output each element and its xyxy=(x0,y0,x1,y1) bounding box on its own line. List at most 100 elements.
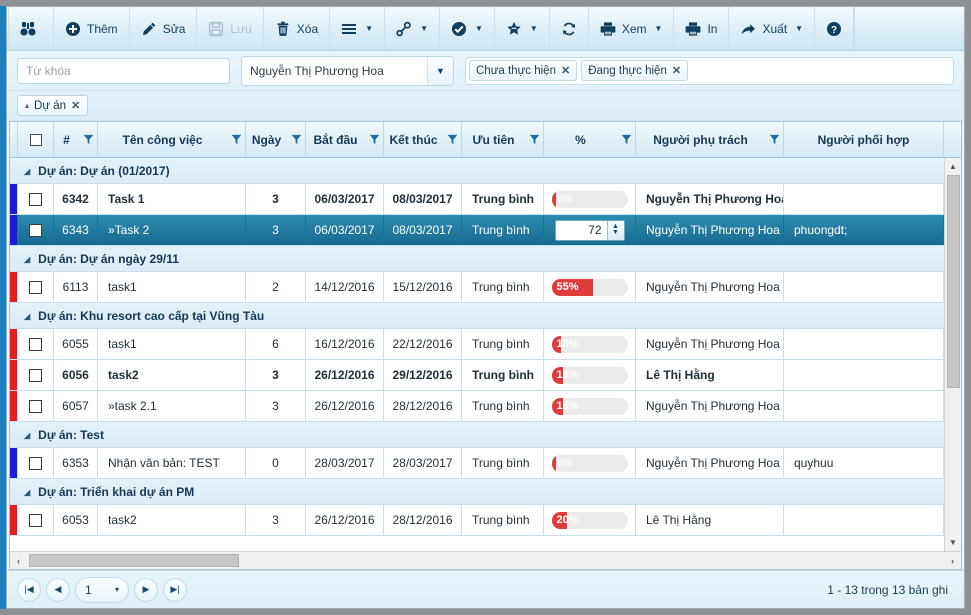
header-select-all[interactable] xyxy=(18,122,54,157)
person-select[interactable]: Nguyễn Thị Phương Hoa ▼ xyxy=(241,55,454,86)
row-checkbox[interactable] xyxy=(29,456,42,470)
group-header-row[interactable]: ◢ Dự án: Dự án ngày 29/11 xyxy=(10,246,961,272)
header-collaborators[interactable]: Người phối hợp xyxy=(784,122,944,157)
scroll-down-button[interactable]: ▼ xyxy=(944,534,961,551)
table-row[interactable]: 6343 »Task 2 3 06/03/2017 08/03/2017 Trung bì… xyxy=(10,215,961,246)
group-header-row[interactable]: ◢ Dự án: Triển khai dự án PM xyxy=(10,479,961,505)
search-records-button[interactable] xyxy=(8,7,54,50)
scroll-left-button[interactable]: ‹ xyxy=(10,552,27,569)
first-page-button[interactable]: |◀ xyxy=(17,577,41,602)
view-menu-button[interactable]: Xem ▼ xyxy=(589,7,675,50)
status-tag-not-started[interactable]: Chưa thực hiện ✕ xyxy=(469,60,578,81)
header-percent[interactable]: % xyxy=(544,122,636,157)
group-collapse-icon[interactable]: ◢ xyxy=(24,255,30,264)
refresh-button[interactable] xyxy=(550,7,589,50)
last-page-button[interactable]: ▶| xyxy=(163,577,187,602)
vertical-scrollbar[interactable]: ▲ ▼ xyxy=(944,158,961,551)
row-checkbox-cell[interactable] xyxy=(18,505,54,535)
row-checkbox-cell[interactable] xyxy=(18,184,54,214)
cell-percent[interactable]: 55% xyxy=(544,272,636,302)
row-checkbox-cell[interactable] xyxy=(18,448,54,478)
link-menu-button[interactable]: ▼ xyxy=(385,7,440,50)
row-checkbox[interactable] xyxy=(29,192,42,206)
cell-percent[interactable]: 20% xyxy=(544,505,636,535)
horizontal-scroll-track[interactable] xyxy=(27,552,944,569)
print-button[interactable]: In xyxy=(674,7,730,50)
row-checkbox[interactable] xyxy=(29,223,42,237)
group-collapse-icon[interactable]: ◢ xyxy=(24,167,30,176)
select-all-checkbox[interactable] xyxy=(29,133,42,146)
status-tag-in-progress[interactable]: Đang thực hiện ✕ xyxy=(581,60,689,81)
prev-page-button[interactable]: ◀ xyxy=(46,577,70,602)
filter-icon[interactable] xyxy=(525,134,543,145)
row-checkbox[interactable] xyxy=(29,399,42,413)
delete-button[interactable]: Xóa xyxy=(264,7,331,50)
filter-icon[interactable] xyxy=(287,134,305,145)
add-button[interactable]: Thêm xyxy=(54,7,130,50)
table-row[interactable]: 6055 task1 6 16/12/2016 22/12/2016 Trung bình… xyxy=(10,329,961,360)
table-row[interactable]: 6056 task2 3 26/12/2016 29/12/2016 Trung bình… xyxy=(10,360,961,391)
group-header-row[interactable]: ◢ Dự án: Khu resort cao cấp tại Vũng Tàu xyxy=(10,303,961,329)
keyword-search-input[interactable] xyxy=(17,57,230,84)
vertical-scroll-track[interactable] xyxy=(945,175,962,534)
row-checkbox-cell[interactable] xyxy=(18,391,54,421)
header-priority[interactable]: Ưu tiên xyxy=(462,122,544,157)
filter-icon[interactable] xyxy=(443,134,461,145)
group-collapse-icon[interactable]: ◢ xyxy=(24,312,30,321)
help-button[interactable]: ? xyxy=(815,7,855,50)
cell-percent[interactable]: 72 ▲ ▼ xyxy=(544,215,636,245)
vertical-scroll-thumb[interactable] xyxy=(946,175,960,388)
cell-percent[interactable]: 15% xyxy=(544,391,636,421)
row-checkbox[interactable] xyxy=(29,280,42,294)
row-checkbox-cell[interactable] xyxy=(18,272,54,302)
cell-percent[interactable]: 6% xyxy=(544,184,636,214)
filter-icon[interactable] xyxy=(227,134,245,145)
row-checkbox-cell[interactable] xyxy=(18,360,54,390)
favorite-menu-button[interactable]: ▼ xyxy=(495,7,550,50)
close-icon[interactable]: ✕ xyxy=(561,64,570,77)
header-end-date[interactable]: Kết thúc xyxy=(384,122,462,157)
header-task-name[interactable]: Tên công việc xyxy=(98,122,246,157)
percent-spinner[interactable]: 72 ▲ ▼ xyxy=(554,219,625,241)
export-menu-button[interactable]: Xuất ▼ xyxy=(729,7,816,50)
chevron-down-icon[interactable]: ▼ xyxy=(427,56,453,85)
header-id[interactable]: # xyxy=(54,122,98,157)
next-page-button[interactable]: ▶ xyxy=(134,577,158,602)
status-filter-tagbox[interactable]: Chưa thực hiện ✕ Đang thực hiện ✕ xyxy=(465,56,954,85)
cell-percent[interactable]: 6% xyxy=(544,448,636,478)
group-collapse-icon[interactable]: ◢ xyxy=(24,488,30,497)
table-row[interactable]: 6113 task1 2 14/12/2016 15/12/2016 Trung bình… xyxy=(10,272,961,303)
spinner-stepper[interactable]: ▲ ▼ xyxy=(606,220,624,240)
close-icon[interactable]: ✕ xyxy=(672,64,681,77)
filter-icon[interactable] xyxy=(617,134,635,145)
chevron-down-icon[interactable]: ▾ xyxy=(115,585,119,594)
header-responsible[interactable]: Người phụ trách xyxy=(636,122,784,157)
page-number-select[interactable]: 1 ▾ xyxy=(75,576,129,603)
table-row[interactable]: 6057 »task 2.1 3 26/12/2016 28/12/2016 Trung … xyxy=(10,391,961,422)
row-checkbox[interactable] xyxy=(29,337,42,351)
cell-percent[interactable]: 13% xyxy=(544,329,636,359)
row-checkbox-cell[interactable] xyxy=(18,215,54,245)
filter-icon[interactable] xyxy=(765,134,783,145)
percent-spinner-value[interactable]: 72 xyxy=(556,223,607,237)
filter-icon[interactable] xyxy=(79,134,97,145)
horizontal-scroll-thumb[interactable] xyxy=(29,554,239,567)
row-checkbox[interactable] xyxy=(29,513,42,527)
row-checkbox-cell[interactable] xyxy=(18,329,54,359)
horizontal-scrollbar[interactable]: ‹ › xyxy=(10,551,961,569)
scroll-right-button[interactable]: › xyxy=(944,552,961,569)
table-row[interactable]: 6053 task2 3 26/12/2016 28/12/2016 Trung bình… xyxy=(10,505,961,536)
approve-menu-button[interactable]: ▼ xyxy=(440,7,495,50)
group-collapse-icon[interactable]: ◢ xyxy=(24,431,30,440)
edit-button[interactable]: Sửa xyxy=(130,7,198,50)
row-checkbox[interactable] xyxy=(29,368,42,382)
group-header-row[interactable]: ◢ Dự án: Dự án (01/2017) xyxy=(10,158,961,184)
scroll-up-button[interactable]: ▲ xyxy=(944,158,961,175)
close-icon[interactable]: ✕ xyxy=(71,99,80,112)
table-row[interactable]: 6342 Task 1 3 06/03/2017 08/03/2017 Trung bìn… xyxy=(10,184,961,215)
group-header-row[interactable]: ◢ Dự án: Test xyxy=(10,422,961,448)
header-days[interactable]: Ngày xyxy=(246,122,306,157)
list-menu-button[interactable]: ▼ xyxy=(330,7,386,50)
sort-asc-icon[interactable]: ▴ xyxy=(25,101,29,110)
group-by-chip-project[interactable]: ▴ Dự án ✕ xyxy=(17,95,89,116)
